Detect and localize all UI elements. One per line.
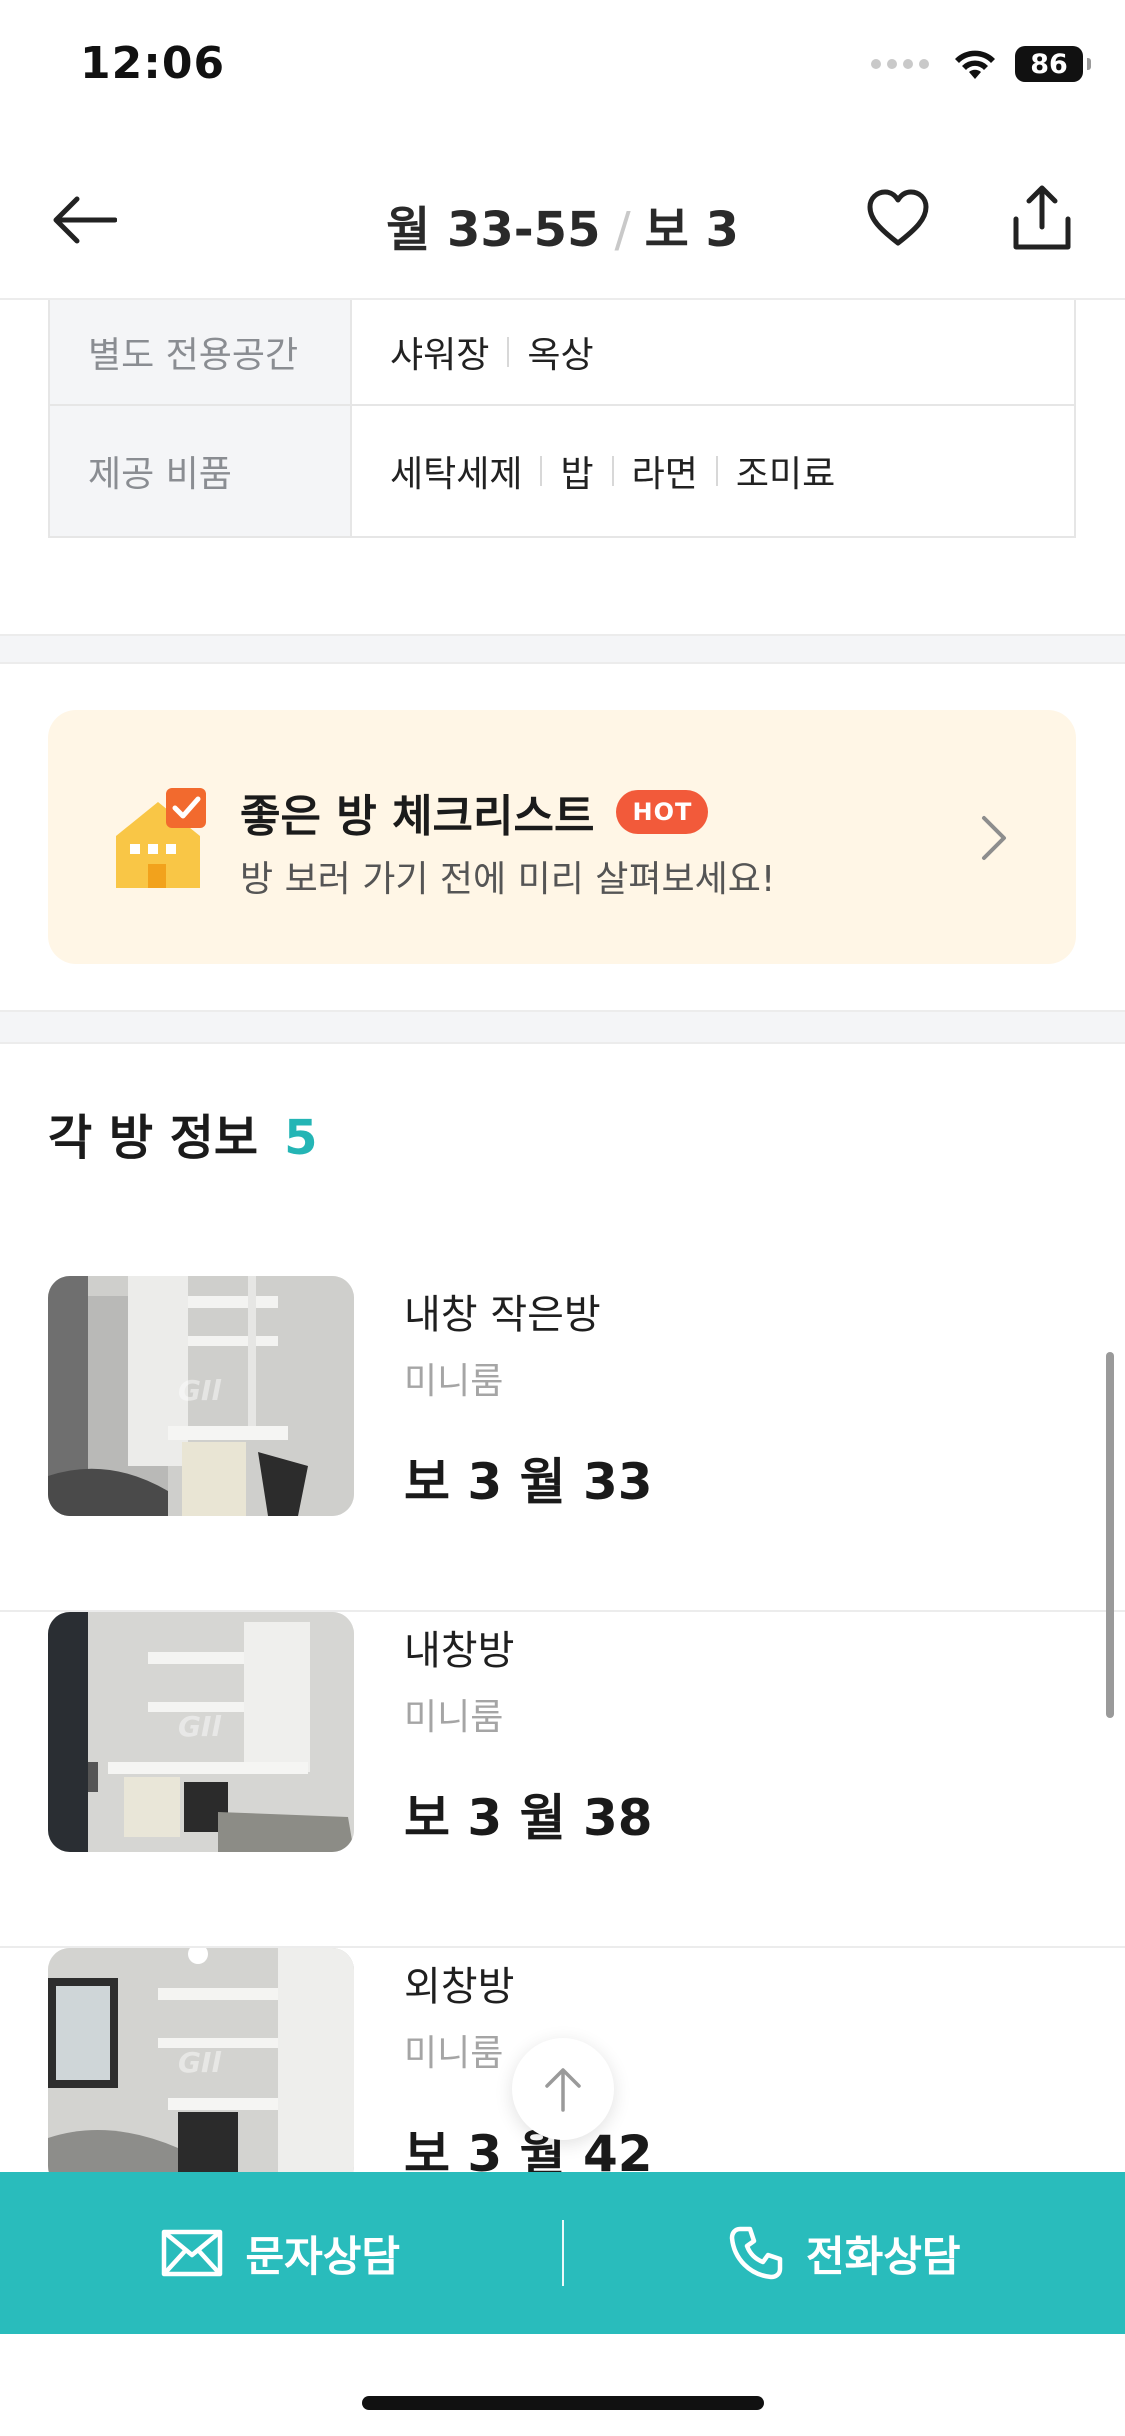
room-type: 미니룸 (404, 2033, 504, 2074)
room-name: 내창방 (404, 1628, 515, 1674)
checklist-title: 좋은 방 체크리스트 (240, 791, 595, 842)
photo-watermark: GIl (178, 1374, 221, 1407)
wifi-icon (955, 50, 995, 79)
list-item: 샤워장 (390, 335, 490, 376)
call-inquiry-label: 전화상담 (805, 2231, 961, 2281)
scroll-to-top-button[interactable] (512, 2038, 614, 2140)
photo-watermark: GIl (178, 2046, 221, 2079)
house-check-icon (116, 788, 206, 888)
share-icon (1013, 185, 1071, 250)
chevron-right-icon (982, 816, 1006, 860)
room-price: 보 3 월 33 (404, 1453, 653, 1511)
arrow-up-icon (545, 2068, 581, 2112)
home-indicator (362, 2396, 764, 2410)
battery-level: 86 (1030, 48, 1068, 80)
row-label-supplies: 제공 비품 (50, 406, 352, 536)
section-divider (0, 1010, 1125, 1044)
room-photo: GIl (48, 1276, 354, 1516)
checklist-title-row: 좋은 방 체크리스트 HOT (240, 780, 709, 844)
facility-info-table: 별도 전용공간 샤워장 옥상 제공 비품 세탁세제 밥 라면 조미료 (48, 300, 1076, 538)
room-photo: GIl (48, 1948, 354, 2188)
row-values-supplies: 세탁세제 밥 라면 조미료 (352, 406, 1074, 536)
hot-badge: HOT (616, 790, 709, 834)
call-inquiry-button[interactable]: 전화상담 (564, 2172, 1125, 2334)
row-label-private-space: 별도 전용공간 (50, 300, 352, 404)
deposit-amount: 보 3 (644, 202, 739, 258)
heart-icon (867, 189, 929, 246)
bottom-action-bar: 문자상담 전화상담 (0, 2172, 1125, 2334)
section-divider (0, 634, 1125, 664)
rooms-count: 5 (284, 1110, 318, 1166)
list-item: 조미료 (698, 445, 835, 497)
list-item: 밥 (522, 445, 593, 497)
photo-watermark: GIl (178, 1710, 221, 1743)
checklist-subtitle: 방 보러 가기 전에 미리 살펴보세요! (240, 859, 776, 900)
share-button[interactable] (1004, 178, 1080, 258)
table-row: 제공 비품 세탁세제 밥 라면 조미료 (50, 404, 1074, 536)
row-values-private-space: 샤워장 옥상 (352, 300, 1074, 404)
room-photo: GIl (48, 1612, 354, 1852)
room-list-item[interactable]: GIl 내창 작은방 미니룸 보 3 월 33 (0, 1276, 1125, 1612)
room-type: 미니룸 (404, 1697, 504, 1738)
rooms-title-label: 각 방 정보 (48, 1110, 259, 1166)
top-navigation-bar: 월 33-55/보 3 (0, 140, 1125, 300)
sms-inquiry-button[interactable]: 문자상담 (0, 2172, 562, 2334)
scrollbar[interactable] (1106, 1352, 1114, 1718)
phone-icon (729, 2226, 783, 2280)
page-title: 월 33-55/보 3 (0, 190, 1125, 260)
table-row: 별도 전용공간 샤워장 옥상 (50, 300, 1074, 404)
room-type: 미니룸 (404, 1361, 504, 1402)
list-item: 세탁세제 (390, 454, 523, 495)
status-time: 12:06 (80, 38, 226, 89)
envelope-icon (162, 2229, 223, 2277)
room-name: 외창방 (404, 1964, 515, 2010)
sms-inquiry-label: 문자상담 (245, 2231, 401, 2281)
favorite-button[interactable] (860, 180, 936, 256)
list-item: 옥상 (489, 326, 593, 378)
list-item: 라면 (594, 445, 698, 497)
room-list-item[interactable]: GIl 내창방 미니룸 보 3 월 38 (0, 1612, 1125, 1948)
room-name: 내창 작은방 (404, 1292, 601, 1338)
status-icons: 86 (871, 46, 1091, 82)
room-price: 보 3 월 38 (404, 1789, 653, 1847)
cellular-signal-icon (871, 59, 929, 69)
status-bar: 12:06 86 (0, 0, 1125, 140)
rooms-section-title: 각 방 정보 5 (48, 1098, 317, 1168)
good-room-checklist-banner[interactable]: 좋은 방 체크리스트 HOT 방 보러 가기 전에 미리 살펴보세요! (48, 710, 1076, 964)
title-separator: / (614, 202, 631, 258)
monthly-rent-range: 월 33-55 (386, 202, 601, 258)
battery-icon: 86 (1015, 46, 1091, 82)
